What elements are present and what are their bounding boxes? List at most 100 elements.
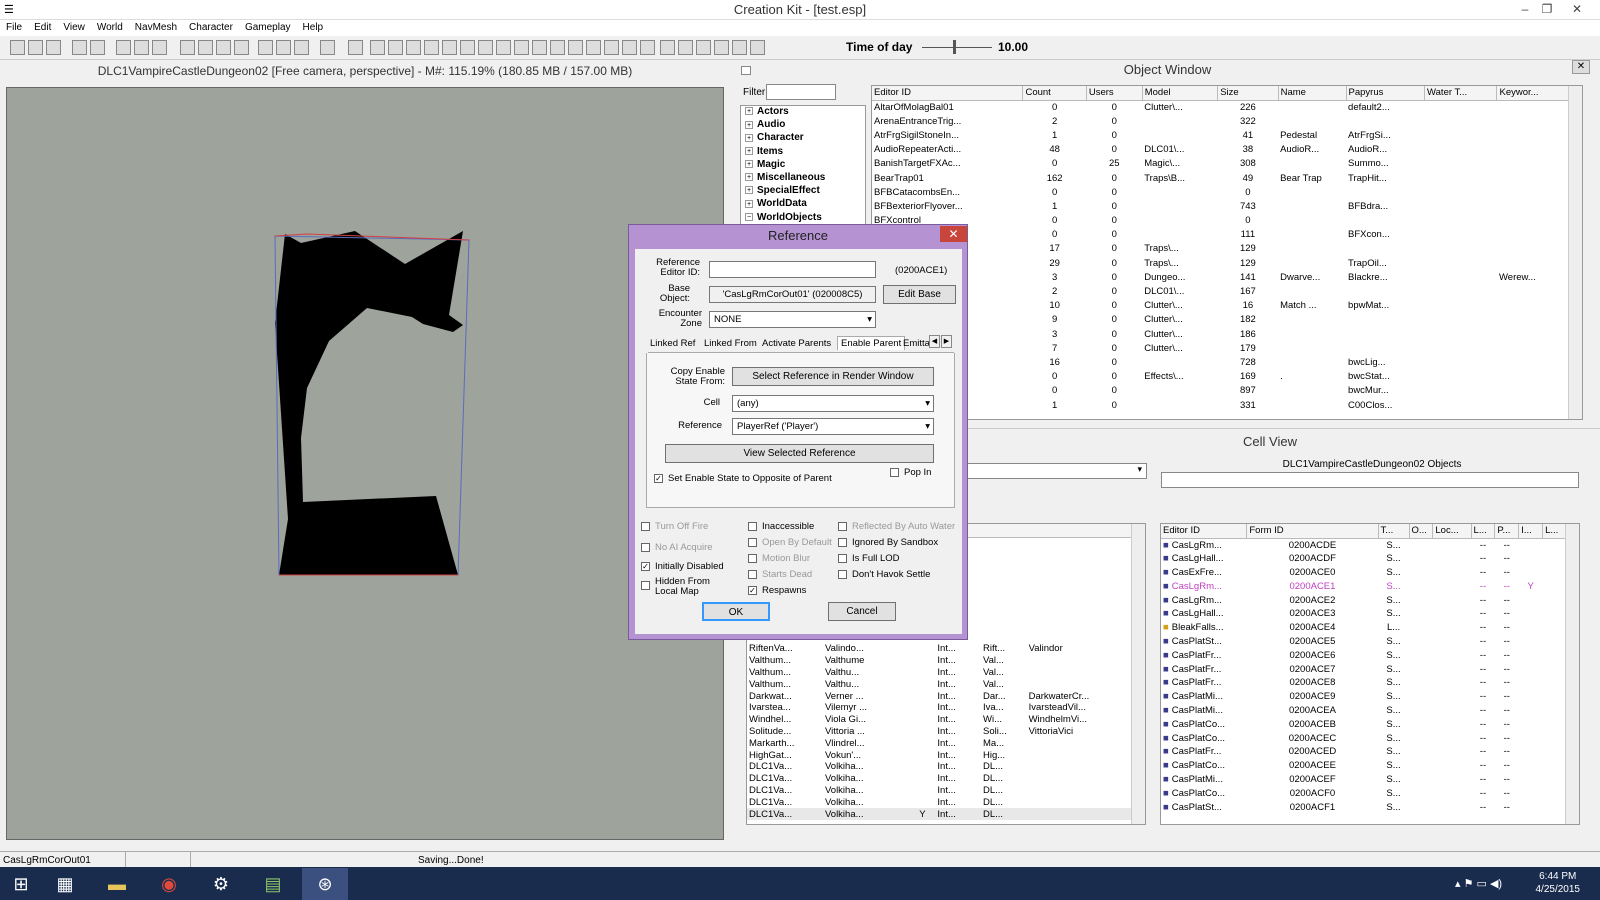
toolbar-tool-icon[interactable] [388,40,403,55]
table-row[interactable]: Solitude... Vittoria ... Int... Soli... Vitt… [747,726,1133,738]
toolbar-tool-icon[interactable] [46,40,61,55]
toolbar-tool-icon[interactable] [696,40,711,55]
toolbar-tool-icon[interactable] [10,40,25,55]
toolbar-tool-icon[interactable] [550,40,565,55]
view-selected-reference-button[interactable]: View Selected Reference [665,444,934,463]
table-row[interactable]: Markarth... Vlindrel... Int... Ma... [747,737,1133,749]
expand-icon[interactable]: + [745,146,753,155]
no-ai-acquire-checkbox[interactable]: No AI Acquire [641,542,713,553]
toolbar-tool-icon[interactable] [714,40,729,55]
world-space-dropdown[interactable]: ▾ [960,463,1147,479]
respawns-checkbox[interactable]: ✓ Respawns [748,585,806,596]
table-row[interactable]: 17 0 Traps\... 129 [872,242,1570,256]
toolbar-tool-icon[interactable] [406,40,421,55]
toolbar-tool-icon[interactable] [750,40,765,55]
table-row[interactable]: ■ CasPlatMi... 0200ACEA S... -- -- [1161,704,1567,718]
column-header[interactable]: Model [1142,86,1219,101]
table-row[interactable]: ■ CasPlatFr... 0200ACE8 S... -- -- [1161,676,1567,690]
menu-edit[interactable]: Edit [28,20,57,33]
table-row[interactable]: ■ CasPlatMi... 0200ACEF S... -- -- [1161,773,1567,787]
toolbar-tool-icon[interactable] [216,40,231,55]
object-category-tree[interactable]: + Actors + Audio + Character + Items + Magic + Misc… [740,105,866,225]
column-header[interactable]: Form ID [1246,524,1379,539]
tab-linked-from[interactable]: Linked From [704,338,757,349]
expand-icon[interactable]: + [745,186,753,195]
column-header[interactable]: Users [1086,86,1143,101]
column-header[interactable]: Papyrus [1346,86,1426,101]
render-viewport[interactable] [6,87,724,840]
cancel-button[interactable]: Cancel [828,602,896,621]
minimize-icon[interactable]: – [1516,2,1534,16]
dont-havok-settle-checkbox[interactable]: Don't Havok Settle [838,569,930,580]
menu-gameplay[interactable]: Gameplay [239,20,297,33]
toolbar-tool-icon[interactable] [604,40,619,55]
table-row[interactable]: AudioRepeaterActi... 48 0 DLC01\... 38 AudioR… [872,143,1570,157]
tab-emittance[interactable]: Emitta [903,338,930,349]
toolbar-tool-icon[interactable] [532,40,547,55]
column-header[interactable]: I... [1518,524,1544,539]
table-row[interactable]: 3 0 Dungeo... 141 Dwarve... Blackre... Werew..… [872,270,1570,284]
column-header[interactable]: Editor ID [872,86,1024,101]
table-row[interactable]: ■ CasPlatFr... 0200ACE6 S... -- -- [1161,648,1567,662]
initially-disabled-checkbox[interactable]: ✓ Initially Disabled [641,561,724,572]
open-by-default-checkbox[interactable]: Open By Default [748,537,832,548]
cell-objects-scrollbar[interactable] [1565,524,1579,824]
toolbar-tool-icon[interactable] [478,40,493,55]
select-reference-button[interactable]: Select Reference in Render Window [732,367,934,386]
column-header[interactable]: Count [1022,86,1087,101]
expand-icon[interactable]: + [745,120,753,129]
table-row[interactable]: Valthum... Valthu... Int... Val... [747,667,1133,679]
cell-objects-filter[interactable] [1161,472,1579,488]
ref-editor-id-input[interactable] [709,261,876,278]
table-row[interactable]: ■ CasPlatCo... 0200ACF0 S... -- -- [1161,786,1567,800]
table-row[interactable]: 2 0 DLC01\... 167 [872,284,1570,298]
table-row[interactable]: ■ CasLgRm... 0200ACE2 S... -- -- [1161,593,1567,607]
hidden-from-local-map-checkbox[interactable]: Hidden From Local Map [641,577,726,597]
toolbar-tool-icon[interactable] [90,40,105,55]
menu-view[interactable]: View [57,20,91,33]
table-row[interactable]: BFBexteriorFlyover... 1 0 743 BFBdra... [872,199,1570,213]
table-row[interactable]: Valthum... Valthu... Int... Val... [747,678,1133,690]
time-of-day-thumb[interactable] [953,40,956,54]
toolbar-tool-icon[interactable] [732,40,747,55]
table-row[interactable]: 10 0 Clutter\... 16 Match ... bpwMat... [872,299,1570,313]
pop-in-checkbox[interactable]: Pop In [890,467,931,478]
object-window-close-icon[interactable]: ✕ [1572,60,1590,74]
table-row[interactable]: ■ BleakFalls... 0200ACE4 L... -- -- [1161,621,1567,635]
tray-icons[interactable]: ▴ ⚑ ▭ ◀) [1455,877,1502,890]
menu-file[interactable]: File [0,20,28,33]
turn-off-fire-checkbox[interactable]: Turn Off Fire [641,521,708,532]
menu-character[interactable]: Character [183,20,239,33]
inaccessible-checkbox[interactable]: Inaccessible [748,521,814,532]
chrome-icon[interactable]: ◉ [148,868,190,900]
toolbar-tool-icon[interactable] [678,40,693,55]
toolbar-tool-icon[interactable] [660,40,675,55]
reference-select[interactable]: PlayerRef ('Player') ▾ [732,418,934,435]
file-explorer-icon[interactable]: ▬ [96,868,138,900]
creation-kit-taskbar-icon[interactable]: ⊛ [302,868,348,900]
table-row[interactable]: Windhel... Viola Gi... Int... Wi... Windhelm… [747,714,1133,726]
expand-icon[interactable]: − [745,212,753,221]
set-enable-opposite-checkbox[interactable]: ✓ Set Enable State to Opposite of Parent [654,473,832,484]
ignored-by-sandbox-checkbox[interactable]: Ignored By Sandbox [838,537,938,548]
table-row[interactable]: DLC1Va... Volkiha... Y Int... DL... [747,808,1133,820]
toolbar-tool-icon[interactable] [622,40,637,55]
menu-navmesh[interactable]: NavMesh [129,20,183,33]
toolbar-tool-icon[interactable] [640,40,655,55]
table-row[interactable]: DLC1Va... Volkiha... Int... DL... [747,796,1133,808]
toolbar-tool-icon[interactable] [28,40,43,55]
tab-scroll-left-icon[interactable]: ◀ [929,335,940,348]
table-row[interactable]: ■ CasPlatSt... 0200ACF1 S... -- -- [1161,800,1567,814]
column-header[interactable]: Water T... [1424,86,1498,101]
apps-grid-icon[interactable]: ▦ [44,868,86,900]
table-row[interactable]: ■ CasPlatCo... 0200ACEB S... -- -- [1161,717,1567,731]
table-row[interactable]: ■ CasPlatFr... 0200ACED S... -- -- [1161,745,1567,759]
toolbar-tool-icon[interactable] [320,40,335,55]
tree-item[interactable]: + WorldData [741,198,865,211]
tab-linked-ref[interactable]: Linked Ref [650,338,695,349]
tree-item[interactable]: + Magic [741,159,865,172]
tree-item[interactable]: + Miscellaneous [741,172,865,185]
table-row[interactable]: 7 0 Clutter\... 179 [872,341,1570,355]
table-row[interactable]: ■ CasPlatCo... 0200ACEE S... -- -- [1161,759,1567,773]
table-row[interactable]: ■ CasLgHall... 0200ACE3 S... -- -- [1161,607,1567,621]
